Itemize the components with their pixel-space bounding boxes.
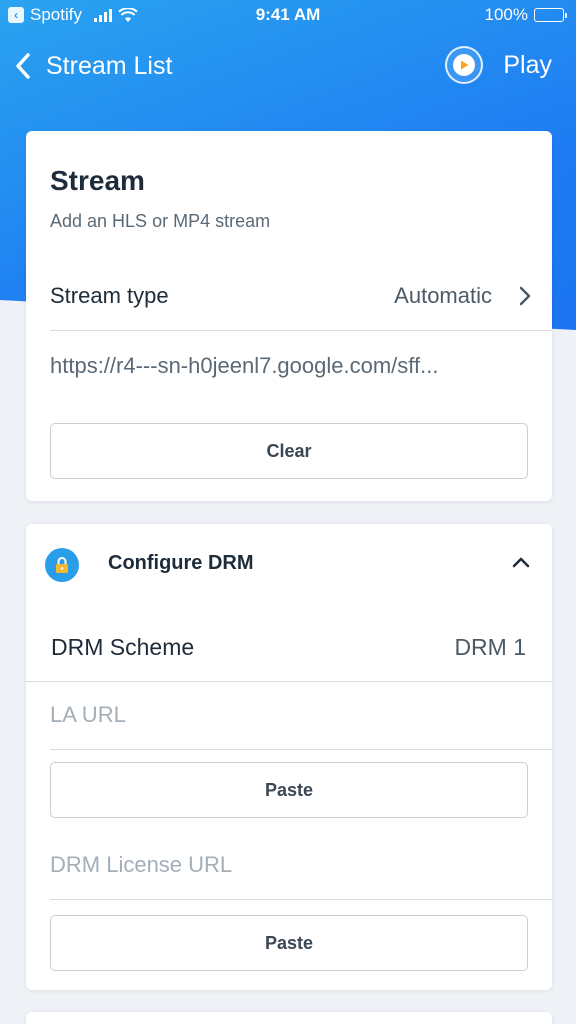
stream-type-row[interactable]: Stream type Automatic	[50, 269, 552, 331]
stream-type-label: Stream type	[50, 283, 169, 308]
play-button[interactable]: Play	[445, 46, 552, 84]
paste-license-url-button[interactable]: Paste	[50, 915, 528, 971]
stream-type-value: Automatic	[394, 283, 492, 308]
paste-la-url-button[interactable]: Paste	[50, 762, 528, 818]
drm-scheme-label: DRM Scheme	[51, 634, 195, 660]
drm-section-header[interactable]: Configure DRM	[26, 524, 552, 604]
la-url-input[interactable]	[50, 698, 520, 732]
lock-icon	[45, 548, 79, 582]
license-url-input[interactable]	[50, 848, 520, 882]
clear-button[interactable]: Clear	[50, 423, 528, 479]
stream-card: Stream Add an HLS or MP4 stream Stream t…	[26, 131, 552, 501]
stream-card-title: Stream	[50, 165, 145, 196]
la-url-field-row	[50, 684, 552, 750]
chevron-right-icon	[519, 286, 531, 306]
battery-icon	[534, 8, 567, 22]
chevron-up-icon	[512, 557, 530, 568]
status-bar-right: 100%	[484, 5, 567, 25]
stream-url-field[interactable]: https://r4---sn-h0jeenl7.google.com/sff.…	[50, 353, 520, 379]
play-icon	[461, 60, 469, 70]
stream-card-subtitle: Add an HLS or MP4 stream	[50, 211, 271, 231]
next-card-partial	[26, 1012, 552, 1024]
battery-percent: 100%	[484, 5, 528, 24]
back-button[interactable]: Stream List	[12, 48, 172, 84]
navigation-bar: Stream List Play	[0, 40, 576, 92]
play-icon-circle	[445, 46, 484, 84]
status-bar: ‹ Spotify 9:41 AM 100%	[0, 0, 576, 32]
drm-scheme-row[interactable]: DRM Scheme DRM 1	[26, 622, 552, 682]
back-button-label: Stream List	[46, 51, 173, 80]
drm-card: Configure DRM DRM Scheme DRM 1 Paste Pas…	[26, 524, 552, 990]
drm-section-title: Configure DRM	[108, 552, 254, 574]
license-url-field-row	[50, 834, 552, 900]
play-button-label: Play	[503, 50, 552, 79]
back-chevron-icon	[16, 53, 30, 79]
drm-scheme-value: DRM 1	[454, 634, 526, 660]
